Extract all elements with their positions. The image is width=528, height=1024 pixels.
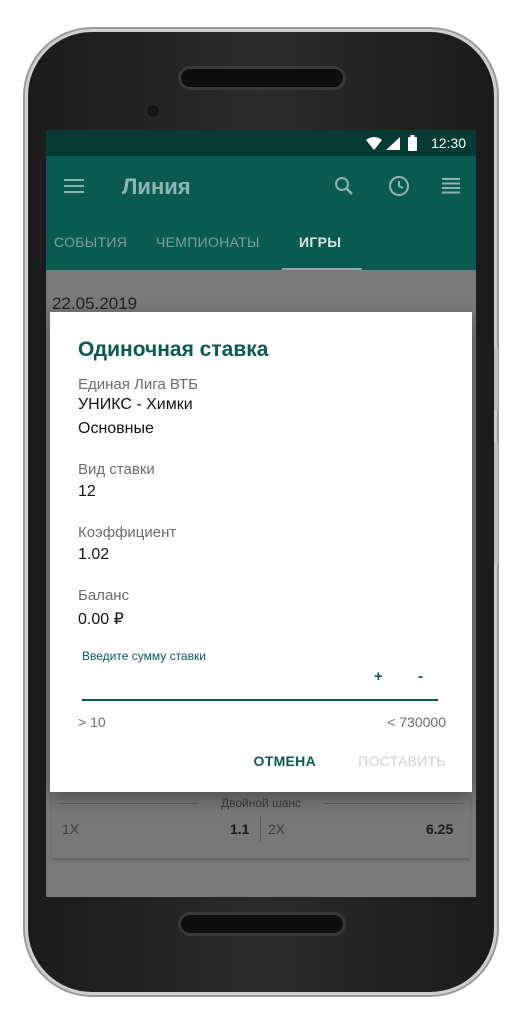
- bet-type-label: Вид ставки: [78, 461, 155, 478]
- power-button: [494, 348, 498, 410]
- bet-type-value: 12: [78, 483, 96, 500]
- bottom-speaker: [178, 912, 346, 936]
- input-underline: [82, 699, 438, 701]
- max-limit: < 730000: [387, 714, 446, 730]
- place-bet-button[interactable]: ПОСТАВИТЬ: [358, 753, 446, 769]
- volume-button: [494, 442, 498, 564]
- odds-separator: [260, 816, 261, 842]
- list-icon[interactable]: [442, 178, 460, 194]
- status-time: 12:30: [430, 135, 466, 151]
- match-name: УНИКС - Химки: [78, 396, 193, 413]
- cancel-button[interactable]: ОТМЕНА: [254, 753, 316, 769]
- market-name: Основные: [78, 420, 154, 437]
- bet-dialog: Одиночная ставка Единая Лига ВТБ УНИКС -…: [50, 312, 472, 792]
- odd-value-1x[interactable]: 1.1: [230, 821, 249, 837]
- top-speaker: [178, 66, 346, 90]
- battery-icon: [408, 135, 417, 151]
- wifi-icon: [366, 137, 382, 150]
- tab-games[interactable]: ИГРЫ: [299, 234, 341, 250]
- screen: 12:30 Линия СОБЫТИЯ ЧЕМПИОНАТЫ ИГРЫ 22.0…: [46, 130, 476, 897]
- clock-icon[interactable]: [388, 175, 410, 197]
- app-bar: Линия: [46, 156, 476, 218]
- tab-events[interactable]: СОБЫТИЯ: [54, 234, 127, 250]
- balance-value: 0.00 ₽: [78, 611, 124, 628]
- front-camera: [144, 102, 162, 120]
- amount-input[interactable]: [80, 669, 444, 697]
- coef-label: Коэффициент: [78, 524, 177, 541]
- odds-card: Двойной шанс 1X 1.1 2X 6.25: [52, 792, 470, 858]
- decrease-button[interactable]: -: [418, 668, 423, 685]
- amount-input-label: Введите сумму ставки: [82, 649, 206, 663]
- coef-value: 1.02: [78, 546, 110, 563]
- odd-value-2x[interactable]: 6.25: [426, 821, 453, 837]
- menu-icon[interactable]: [64, 178, 84, 194]
- market-title: Двойной шанс: [220, 796, 301, 810]
- signal-icon: [386, 137, 400, 150]
- status-bar: 12:30: [46, 130, 476, 156]
- tab-bar: СОБЫТИЯ ЧЕМПИОНАТЫ ИГРЫ: [46, 218, 476, 270]
- min-limit: > 10: [78, 714, 106, 730]
- tab-championships[interactable]: ЧЕМПИОНАТЫ: [156, 234, 260, 250]
- date-header: 22.05.2019: [52, 294, 138, 313]
- balance-label: Баланс: [78, 587, 130, 604]
- odd-label-1x[interactable]: 1X: [62, 821, 79, 837]
- league-name: Единая Лига ВТБ: [78, 376, 198, 393]
- dialog-title: Одиночная ставка: [78, 338, 269, 361]
- search-icon[interactable]: [334, 176, 354, 196]
- odd-label-2x[interactable]: 2X: [268, 821, 285, 837]
- increase-button[interactable]: +: [374, 668, 383, 685]
- page-title: Линия: [122, 174, 191, 199]
